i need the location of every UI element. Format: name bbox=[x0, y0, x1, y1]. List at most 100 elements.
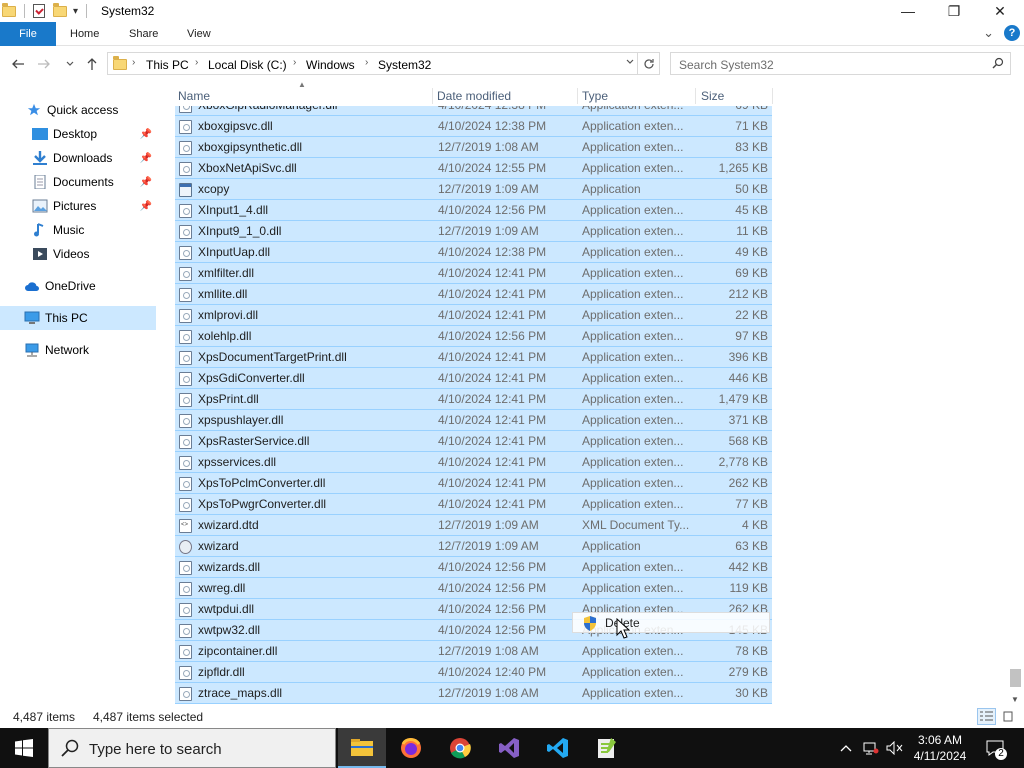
taskbar-app-notepadpp[interactable] bbox=[583, 728, 631, 768]
scrollbar-thumb[interactable] bbox=[1010, 669, 1021, 687]
sidebar-item-documents[interactable]: Documents 📌 bbox=[0, 170, 156, 194]
table-row[interactable]: XpsRasterService.dll 4/10/2024 12:41 PM Ap… bbox=[175, 431, 772, 452]
column-header-size[interactable]: Size bbox=[698, 88, 773, 104]
sidebar-item-network[interactable]: Network bbox=[0, 338, 156, 362]
sidebar-item-pictures[interactable]: Pictures 📌 bbox=[0, 194, 156, 218]
file-size: 71 KB bbox=[735, 119, 768, 133]
dll-file-icon bbox=[179, 351, 192, 365]
dll-file-icon bbox=[179, 246, 192, 260]
column-header-type[interactable]: Type bbox=[579, 88, 696, 104]
up-button[interactable] bbox=[82, 54, 102, 74]
taskbar-app-chrome[interactable] bbox=[436, 728, 484, 768]
expand-ribbon-icon[interactable]: ⌄ bbox=[983, 25, 994, 41]
breadcrumb-this-pc[interactable]: This PC bbox=[146, 58, 189, 72]
vertical-scrollbar[interactable]: ▼ bbox=[1007, 106, 1024, 706]
table-row[interactable]: xolehlp.dll 4/10/2024 12:56 PM Application… bbox=[175, 326, 772, 347]
sidebar-item-downloads[interactable]: Downloads 📌 bbox=[0, 146, 156, 170]
table-row[interactable]: XboxNetApiSvc.dll 4/10/2024 12:55 PM Appli… bbox=[175, 158, 772, 179]
table-row[interactable]: xpsservices.dll 4/10/2024 12:41 PM Applica… bbox=[175, 452, 772, 473]
breadcrumb-local-disk[interactable]: Local Disk (C:) bbox=[208, 58, 287, 72]
table-row[interactable]: ztrace_maps.dll 12/7/2019 1:08 AM Applicat… bbox=[175, 683, 772, 704]
customize-toolbar-icon[interactable]: ▾ bbox=[73, 6, 78, 17]
sidebar-item-label: Videos bbox=[53, 247, 90, 261]
table-row[interactable]: XInputUap.dll 4/10/2024 12:38 PM Applicati… bbox=[175, 242, 772, 263]
address-bar[interactable]: › This PC › Local Disk (C:) › Windows › … bbox=[107, 52, 660, 75]
firefox-icon bbox=[401, 738, 421, 758]
help-icon[interactable]: ? bbox=[1004, 25, 1020, 41]
sidebar-item-quick-access[interactable]: Quick access bbox=[0, 98, 156, 122]
sidebar-item-this-pc[interactable]: This PC bbox=[0, 306, 156, 330]
taskbar-app-visual-studio[interactable] bbox=[485, 728, 533, 768]
action-center-button[interactable]: 2 bbox=[980, 728, 1010, 768]
search-icon[interactable] bbox=[992, 57, 1004, 69]
sidebar-item-onedrive[interactable]: OneDrive bbox=[0, 274, 156, 298]
pin-icon[interactable]: 📌 bbox=[140, 129, 152, 140]
show-hidden-icons-button[interactable] bbox=[836, 728, 856, 768]
table-row[interactable]: XboxGipRadioManager.dll 4/10/2024 12:38 … bbox=[175, 106, 772, 116]
address-history-icon[interactable] bbox=[625, 57, 635, 70]
tab-home[interactable]: Home bbox=[70, 22, 99, 46]
file-type: Application exten... bbox=[582, 392, 684, 406]
new-folder-icon[interactable] bbox=[53, 2, 67, 17]
tab-share[interactable]: Share bbox=[129, 22, 158, 46]
large-icons-view-button[interactable] bbox=[999, 708, 1018, 725]
table-row[interactable]: XpsPrint.dll 4/10/2024 12:41 PM Applicatio… bbox=[175, 389, 772, 410]
taskbar-search-input[interactable]: Type here to search bbox=[48, 728, 336, 768]
table-row[interactable]: xmlprovi.dll 4/10/2024 12:41 PM Applicatio… bbox=[175, 305, 772, 326]
table-row[interactable]: zipfldr.dll 4/10/2024 12:40 PM Application… bbox=[175, 662, 772, 683]
column-header-name[interactable]: Name bbox=[175, 88, 433, 104]
table-row[interactable]: xwizard 12/7/2019 1:09 AM Application 63 KB bbox=[175, 536, 772, 557]
minimize-button[interactable]: — bbox=[885, 0, 931, 22]
file-name: XpsGdiConverter.dll bbox=[198, 371, 305, 385]
table-row[interactable]: xpspushlayer.dll 4/10/2024 12:41 PM Applic… bbox=[175, 410, 772, 431]
maximize-button[interactable]: ❐ bbox=[931, 0, 977, 22]
table-row[interactable]: xwreg.dll 4/10/2024 12:56 PM Application e… bbox=[175, 578, 772, 599]
table-row[interactable]: XpsGdiConverter.dll 4/10/2024 12:41 PM App… bbox=[175, 368, 772, 389]
breadcrumb-system32[interactable]: System32 bbox=[378, 58, 431, 72]
sidebar-item-videos[interactable]: Videos bbox=[0, 242, 156, 266]
sidebar-item-desktop[interactable]: Desktop 📌 bbox=[0, 122, 156, 146]
file-size: 69 KB bbox=[735, 266, 768, 280]
table-row[interactable]: xmlfilter.dll 4/10/2024 12:41 PM Applicati… bbox=[175, 263, 772, 284]
taskbar-app-firefox[interactable] bbox=[387, 728, 435, 768]
file-date: 4/10/2024 12:56 PM bbox=[438, 329, 547, 343]
search-input[interactable]: Search System32 bbox=[670, 52, 1011, 75]
forward-button[interactable] bbox=[34, 54, 54, 74]
pin-icon[interactable]: 📌 bbox=[140, 177, 152, 188]
tab-view[interactable]: View bbox=[187, 22, 211, 46]
table-row[interactable]: xwizard.dtd 12/7/2019 1:09 AM XML Document… bbox=[175, 515, 772, 536]
table-row[interactable]: xboxgipsynthetic.dll 12/7/2019 1:08 AM App… bbox=[175, 137, 772, 158]
scroll-down-icon[interactable]: ▼ bbox=[1011, 695, 1019, 704]
network-tray-button[interactable] bbox=[860, 728, 882, 768]
table-row[interactable]: xwizards.dll 4/10/2024 12:56 PM Applicatio… bbox=[175, 557, 772, 578]
pin-icon[interactable]: 📌 bbox=[140, 153, 152, 164]
pin-icon[interactable]: 📌 bbox=[140, 201, 152, 212]
folder-icon[interactable] bbox=[2, 2, 16, 17]
refresh-icon bbox=[643, 58, 654, 69]
file-name: XboxNetApiSvc.dll bbox=[198, 161, 297, 175]
taskbar-clock[interactable]: 3:06 AM 4/11/2024 bbox=[900, 732, 980, 764]
table-row[interactable]: XpsToPclmConverter.dll 4/10/2024 12:41 PM… bbox=[175, 473, 772, 494]
column-header-date[interactable]: Date modified bbox=[434, 88, 578, 104]
table-row[interactable]: XInput9_1_0.dll 12/7/2019 1:09 AM Applicat… bbox=[175, 221, 772, 242]
sidebar-item-music[interactable]: Music bbox=[0, 218, 156, 242]
table-row[interactable]: zipcontainer.dll 12/7/2019 1:08 AM Applica… bbox=[175, 641, 772, 662]
back-button[interactable] bbox=[8, 54, 28, 74]
table-row[interactable]: xcopy 12/7/2019 1:09 AM Application 50 KB bbox=[175, 179, 772, 200]
dll-file-icon bbox=[179, 372, 192, 386]
table-row[interactable]: XInput1_4.dll 4/10/2024 12:56 PM Applicati… bbox=[175, 200, 772, 221]
table-row[interactable]: xboxgipsvc.dll 4/10/2024 12:38 PM Applicat… bbox=[175, 116, 772, 137]
taskbar-app-vscode[interactable] bbox=[534, 728, 582, 768]
details-view-button[interactable] bbox=[977, 708, 996, 725]
table-row[interactable]: xmllite.dll 4/10/2024 12:41 PM Application… bbox=[175, 284, 772, 305]
recent-locations-button[interactable] bbox=[60, 54, 80, 74]
table-row[interactable]: XpsDocumentTargetPrint.dll 4/10/2024 12:4… bbox=[175, 347, 772, 368]
taskbar-app-file-explorer[interactable] bbox=[338, 728, 386, 768]
tab-file[interactable]: File bbox=[0, 22, 56, 46]
table-row[interactable]: XpsToPwgrConverter.dll 4/10/2024 12:41 PM… bbox=[175, 494, 772, 515]
start-button[interactable] bbox=[0, 728, 48, 768]
properties-icon[interactable] bbox=[33, 4, 45, 18]
close-button[interactable]: ✕ bbox=[977, 0, 1023, 22]
breadcrumb-windows[interactable]: Windows bbox=[306, 58, 355, 72]
refresh-button[interactable] bbox=[637, 53, 659, 74]
